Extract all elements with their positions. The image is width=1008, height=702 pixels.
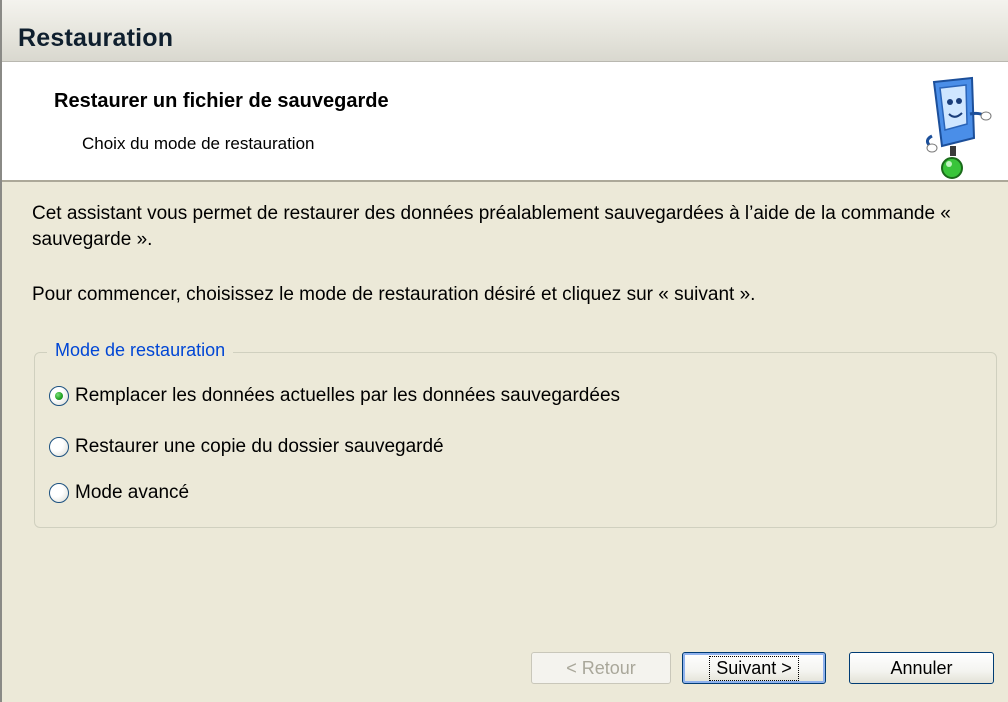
- instruction-text: Pour commencer, choisissez le mode de re…: [32, 284, 756, 305]
- radio-button-checked[interactable]: [49, 386, 69, 406]
- back-button[interactable]: < Retour: [531, 652, 671, 684]
- computer-mascot-icon: [925, 76, 992, 179]
- cancel-button[interactable]: Annuler: [849, 652, 994, 684]
- restore-mode-group: Mode de restauration Remplacer les donné…: [34, 340, 997, 528]
- radio-option-advanced[interactable]: Mode avancé: [49, 479, 189, 507]
- radio-option-restore-copy-label[interactable]: Restaurer une copie du dossier sauvegard…: [75, 436, 444, 458]
- window-title: Restauration: [18, 24, 174, 52]
- intro-text: Cet assistant vous permet de restaurer d…: [32, 203, 951, 250]
- wizard-header-subtitle: Choix du mode de restauration: [82, 134, 315, 153]
- radio-option-replace[interactable]: Remplacer les données actuelles par les …: [49, 382, 620, 410]
- wizard-header: Restaurer un fichier de sauvegarde Choix…: [2, 62, 1008, 182]
- radio-option-restore-copy[interactable]: Restaurer une copie du dossier sauvegard…: [49, 433, 444, 461]
- restore-wizard-window: Restauration Restaurer un fichier de sau…: [0, 0, 1008, 702]
- radio-option-advanced-label[interactable]: Mode avancé: [75, 482, 189, 504]
- next-button[interactable]: Suivant >: [682, 652, 826, 684]
- radio-button[interactable]: [49, 437, 69, 457]
- next-button-label: Suivant >: [709, 655, 799, 681]
- radio-option-replace-label[interactable]: Remplacer les données actuelles par les …: [75, 385, 620, 407]
- radio-button[interactable]: [49, 483, 69, 503]
- wizard-header-title: Restaurer un fichier de sauvegarde: [54, 90, 389, 112]
- title-bar[interactable]: Restauration: [2, 0, 1008, 62]
- restore-mode-legend: Mode de restauration: [47, 340, 234, 361]
